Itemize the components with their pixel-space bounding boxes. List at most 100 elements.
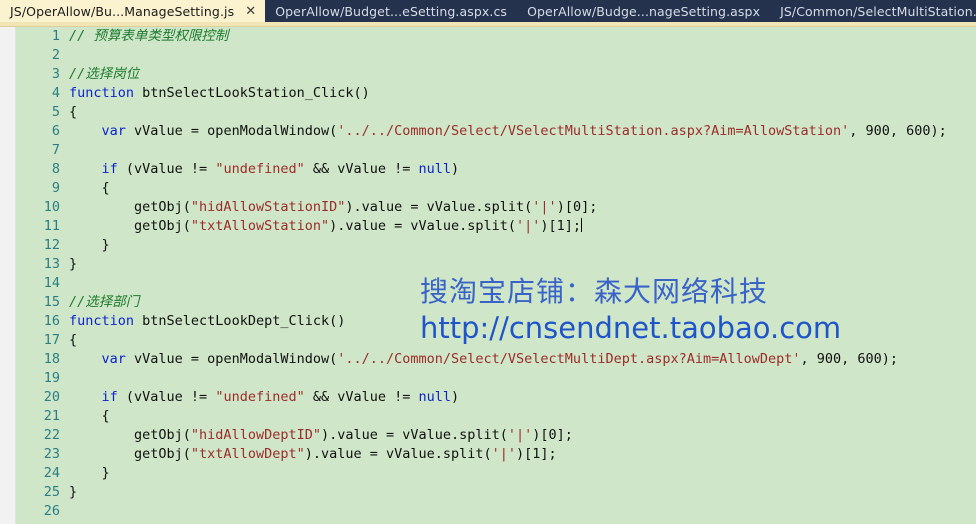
- code-line[interactable]: 9 {: [17, 179, 976, 198]
- code-line-content[interactable]: if (vValue != "undefined" && vValue != n…: [69, 160, 460, 179]
- code-line[interactable]: 3 //选择岗位: [17, 65, 976, 84]
- code-line[interactable]: 8 if (vValue != "undefined" && vValue !=…: [17, 160, 976, 179]
- editor-tab[interactable]: JS/Common/SelectMultiStation.js: [770, 0, 976, 22]
- code-token-plain: }: [69, 484, 78, 500]
- code-line[interactable]: 25}: [17, 483, 976, 502]
- editor-tab[interactable]: OperAllow/Budge...nageSetting.aspx: [517, 0, 770, 22]
- code-token-plain: , 900, 600);: [800, 351, 899, 367]
- code-line-content[interactable]: if (vValue != "undefined" && vValue != n…: [69, 388, 460, 407]
- text-caret: [581, 218, 583, 232]
- code-line-content[interactable]: {: [69, 179, 110, 198]
- editor-tab[interactable]: OperAllow/Budget...eSetting.aspx.cs: [265, 0, 517, 22]
- code-token-kw: var: [101, 351, 126, 367]
- code-token-kw: if: [101, 161, 118, 177]
- line-number: 9: [51, 180, 60, 196]
- line-number: 11: [43, 218, 60, 234]
- line-number: 13: [43, 256, 60, 272]
- line-number: 19: [43, 370, 60, 386]
- code-token-plain: )[0];: [532, 427, 573, 443]
- line-number: 24: [43, 465, 60, 481]
- line-number: 1: [51, 28, 60, 44]
- code-line[interactable]: 21 {: [17, 407, 976, 426]
- code-line[interactable]: 7: [17, 141, 976, 160]
- code-line-content[interactable]: function btnSelectLookDept_Click(): [69, 312, 345, 331]
- code-line-content[interactable]: {: [69, 407, 110, 426]
- code-token-plain: && vValue !=: [304, 161, 419, 177]
- code-line-content[interactable]: // 预算表单类型权限控制: [69, 27, 228, 46]
- code-line-content[interactable]: getObj("txtAllowStation").value = vValue…: [69, 217, 583, 236]
- code-token-kw: function: [69, 85, 135, 101]
- code-token-plain: }: [69, 256, 78, 272]
- code-token-plain: ).value = vValue.split(: [320, 427, 508, 443]
- code-token-plain: {: [69, 104, 78, 120]
- code-line[interactable]: 16 function btnSelectLookDept_Click(): [17, 312, 976, 331]
- code-line-content[interactable]: //选择部门: [69, 293, 139, 312]
- code-line[interactable]: 15 //选择部门: [17, 293, 976, 312]
- code-line-content[interactable]: var vValue = openModalWindow('../../Comm…: [69, 350, 899, 369]
- editor-tab-label: JS/OperAllow/Bu...ManageSetting.js: [10, 3, 235, 19]
- code-token-plain: getObj(: [69, 199, 191, 215]
- code-line-content[interactable]: getObj("hidAllowDeptID").value = vValue.…: [69, 426, 573, 445]
- code-line-content[interactable]: {: [69, 331, 77, 350]
- code-token-plain: {: [69, 408, 110, 424]
- code-line[interactable]: 17 {: [17, 331, 976, 350]
- code-token-str: "undefined": [215, 389, 305, 405]
- code-line-content[interactable]: getObj("txtAllowDept").value = vValue.sp…: [69, 445, 557, 464]
- code-line[interactable]: 18 var vValue = openModalWindow('../../C…: [17, 350, 976, 369]
- line-number: 10: [43, 199, 60, 215]
- code-line[interactable]: 5{: [17, 103, 976, 122]
- code-line-content[interactable]: }: [69, 236, 110, 255]
- selection-margin[interactable]: [0, 27, 16, 524]
- code-token-plain: vValue = openModalWindow(: [125, 351, 338, 367]
- code-line[interactable]: 22 getObj("hidAllowDeptID").value = vVal…: [17, 426, 976, 445]
- code-token-str: '../../Common/Select/VSelectMultiDept.as…: [337, 351, 801, 367]
- editor-tab-active[interactable]: JS/OperAllow/Bu...ManageSetting.js ✕: [0, 0, 266, 22]
- code-token-plain: )[0];: [556, 199, 598, 215]
- line-number: 17: [43, 332, 60, 348]
- close-icon[interactable]: ✕: [242, 5, 259, 18]
- code-line[interactable]: 4 function btnSelectLookStation_Click(): [17, 84, 976, 103]
- code-line[interactable]: 1 // 预算表单类型权限控制: [17, 27, 976, 46]
- code-line-content[interactable]: //选择岗位: [69, 65, 139, 84]
- code-line[interactable]: 10 getObj("hidAllowStationID").value = v…: [17, 198, 976, 217]
- line-number: 14: [43, 275, 60, 291]
- code-line-content[interactable]: }: [69, 255, 77, 274]
- code-line[interactable]: 13}: [17, 255, 976, 274]
- code-line[interactable]: 2: [17, 46, 976, 65]
- code-token-plain: getObj(: [69, 427, 191, 443]
- line-number: 23: [43, 446, 60, 462]
- editor-tab-label: OperAllow/Budget...eSetting.aspx.cs: [275, 3, 508, 19]
- code-token-str: '|': [507, 427, 533, 443]
- line-number: 20: [43, 389, 60, 405]
- code-line[interactable]: 20 if (vValue != "undefined" && vValue !…: [17, 388, 976, 407]
- code-token-plain: ): [451, 161, 460, 177]
- code-token-kw: function: [69, 313, 135, 329]
- line-number: 22: [43, 427, 60, 443]
- code-line-content[interactable]: var vValue = openModalWindow('../../Comm…: [69, 122, 947, 141]
- code-editor[interactable]: 1// 预算表单类型权限控制 2 3//选择岗位 4 function btnSelec…: [0, 27, 976, 524]
- code-token-cmt: //选择部门: [69, 294, 140, 310]
- code-line[interactable]: 12 }: [17, 236, 976, 255]
- code-line[interactable]: 6 var vValue = openModalWindow('../../Co…: [17, 122, 976, 141]
- code-line[interactable]: 24 }: [17, 464, 976, 483]
- code-text-area[interactable]: 1// 预算表单类型权限控制 2 3//选择岗位 4 function btnSelec…: [17, 27, 976, 524]
- code-token-kw: if: [101, 389, 118, 405]
- code-line-content[interactable]: {: [69, 103, 77, 122]
- code-token-str: "hidAllowDeptID": [190, 427, 321, 443]
- code-line[interactable]: 14: [17, 274, 976, 293]
- code-line-content[interactable]: function btnSelectLookStation_Click(): [69, 84, 370, 103]
- code-line[interactable]: 11 getObj("txtAllowStation").value = vVa…: [17, 217, 976, 236]
- code-line[interactable]: 26: [17, 502, 976, 521]
- code-line-content[interactable]: }: [69, 483, 77, 502]
- code-line[interactable]: 23 getObj("txtAllowDept").value = vValue…: [17, 445, 976, 464]
- code-line-content[interactable]: }: [69, 464, 110, 483]
- code-line-content[interactable]: getObj("hidAllowStationID").value = vVal…: [69, 198, 597, 217]
- code-token-str: "hidAllowStationID": [190, 199, 346, 215]
- line-number: 5: [51, 104, 60, 120]
- line-number: 12: [43, 237, 60, 253]
- editor-window: JS/OperAllow/Bu...ManageSetting.js ✕ OperA…: [0, 0, 976, 524]
- code-line[interactable]: 19: [17, 369, 976, 388]
- line-number: 7: [51, 142, 60, 158]
